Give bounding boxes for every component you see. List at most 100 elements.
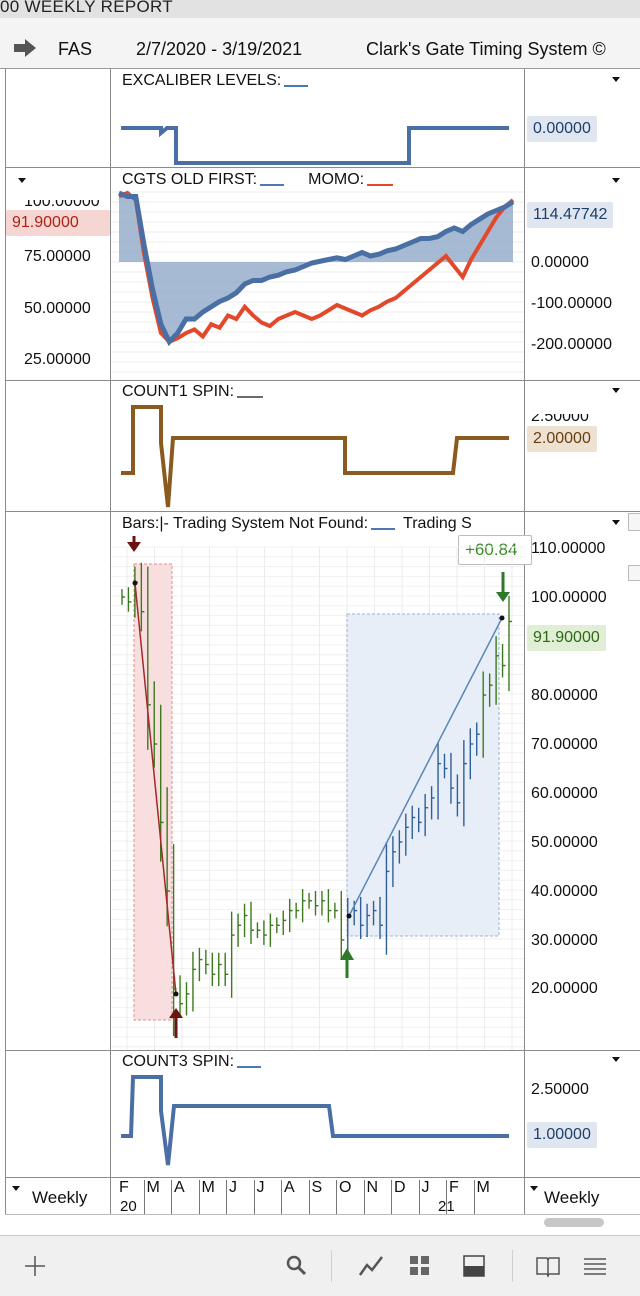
- horizontal-scrollbar[interactable]: [544, 1218, 604, 1227]
- bars-tick-70: 70.00000: [531, 736, 598, 753]
- long-entry-dot: [346, 913, 352, 919]
- book-icon[interactable]: [535, 1253, 561, 1279]
- frame-divider-right: [524, 69, 525, 1214]
- cgts-left-value-tag: 91.90000: [6, 210, 110, 236]
- search-icon[interactable]: [284, 1253, 310, 1279]
- month-divider: [226, 1180, 227, 1214]
- bars-tick-50: 50.00000: [531, 834, 598, 851]
- count1-line: [121, 405, 509, 508]
- count3-chart: [121, 1075, 509, 1166]
- buy-arrow-green-icon: [340, 948, 354, 978]
- month-label: M: [201, 1179, 215, 1196]
- count1-value-tag: 2.00000: [527, 426, 597, 452]
- window-title-bar: 00 WEEKLY REPORT: [0, 0, 640, 19]
- bars-tick-80: 80.00000: [531, 687, 598, 704]
- count1-menu-icon[interactable]: [612, 388, 620, 393]
- month-label: F: [449, 1179, 459, 1196]
- cgts-left-tick-50: 50.00000: [24, 300, 91, 317]
- month-label: A: [174, 1179, 185, 1196]
- bars-tick-110: 110.00000: [531, 540, 606, 557]
- period-right-label[interactable]: Weekly: [544, 1188, 599, 1208]
- line-draw-icon[interactable]: [358, 1253, 384, 1279]
- long-exit-dot: [499, 615, 505, 621]
- count3-line: [121, 1075, 509, 1166]
- grid-icon[interactable]: [407, 1253, 433, 1279]
- cgts-left-tick-75: 75.00000: [24, 248, 91, 265]
- excaliber-line: [121, 126, 509, 165]
- plus-icon[interactable]: [22, 1253, 48, 1279]
- count1-chart: [121, 405, 509, 508]
- excaliber-value-tag: 0.00000: [527, 116, 597, 142]
- bars-menu-icon[interactable]: [612, 520, 620, 525]
- panel-icon[interactable]: [461, 1253, 487, 1279]
- month-divider: [336, 1180, 337, 1214]
- edge-tab-2: [628, 565, 640, 581]
- month-divider: [143, 1180, 145, 1214]
- month-label: J: [256, 1179, 265, 1196]
- cgts-chart: [111, 190, 524, 373]
- system-name: Clark's Gate Timing System ©: [366, 39, 606, 59]
- bars-tick-100: 100.00000: [531, 589, 607, 606]
- timeline-bottom: [5, 1214, 640, 1215]
- month-divider: [391, 1180, 392, 1214]
- cgts-right-tick-200: -200.00000: [531, 336, 612, 353]
- bars-tick-30: 30.00000: [531, 932, 598, 949]
- chart-header: FAS 2/7/2020 - 3/19/2021 Clark's Gate Ti…: [0, 18, 640, 69]
- month-divider: [418, 1180, 420, 1214]
- window-title: 00 WEEKLY REPORT: [0, 0, 173, 16]
- toolbar-separator-2: [512, 1250, 513, 1282]
- cgts-left-tick-100: 100.00000: [24, 193, 100, 210]
- short-exit-dot: [173, 991, 179, 997]
- symbol-label[interactable]: FAS: [58, 39, 92, 60]
- bars-tick-20: 20.00000: [531, 980, 598, 997]
- cgts-right-value-tag: 114.47742: [527, 202, 614, 228]
- month-label: O: [339, 1179, 352, 1196]
- toolbar-separator: [331, 1250, 332, 1282]
- short-entry-dot: [132, 580, 138, 586]
- edge-tab-1: [628, 513, 640, 531]
- excaliber-menu-icon[interactable]: [612, 77, 620, 82]
- period-left-menu-icon[interactable]: [12, 1186, 20, 1191]
- list-icon[interactable]: [582, 1253, 608, 1279]
- bars-value-tag: 91.90000: [527, 625, 606, 651]
- cgts-right-tick-100: -100.00000: [531, 295, 612, 312]
- bars-tick-40: 40.00000: [531, 883, 598, 900]
- long-trade-zone: [346, 613, 500, 937]
- date-range[interactable]: 2/7/2020 - 3/19/2021: [136, 39, 302, 60]
- month-divider: [198, 1180, 200, 1214]
- arrow-right-icon[interactable]: [12, 38, 38, 58]
- period-left-label[interactable]: Weekly: [32, 1188, 87, 1208]
- excaliber-chart: [121, 126, 509, 165]
- frame-left: [5, 69, 6, 1214]
- sell-arrow-top-icon: [127, 536, 141, 552]
- cgts-right-tick-0: 0.00000: [531, 254, 589, 271]
- month-label: M: [146, 1179, 160, 1196]
- cgts-left-tick-25: 25.00000: [24, 351, 91, 368]
- count3-tick: 2.50000: [531, 1081, 589, 1098]
- month-label: S: [311, 1179, 323, 1196]
- panel-separator-5: [5, 1177, 640, 1178]
- bars-chart: [111, 536, 524, 1050]
- cgts-menu-icon[interactable]: [612, 178, 620, 183]
- count3-menu-icon[interactable]: [612, 1057, 620, 1062]
- month-divider: [308, 1180, 310, 1214]
- month-label: D: [394, 1179, 406, 1196]
- month-divider: [253, 1180, 255, 1214]
- period-right-menu-icon[interactable]: [530, 1186, 538, 1191]
- year-2020: 20: [120, 1198, 137, 1215]
- year-2021: 21: [438, 1198, 455, 1215]
- month-divider: [171, 1180, 172, 1214]
- month-label: N: [366, 1179, 379, 1196]
- count1-tick: 2.50000: [531, 408, 589, 425]
- month-label: J: [421, 1179, 430, 1196]
- month-label: A: [284, 1179, 295, 1196]
- bars-tick-60: 60.00000: [531, 785, 598, 802]
- month-divider: [473, 1180, 475, 1214]
- month-divider: [363, 1180, 365, 1214]
- month-divider: [281, 1180, 282, 1214]
- cgts-left-menu-icon[interactable]: [18, 178, 26, 183]
- month-label: M: [476, 1179, 490, 1196]
- count3-value-tag: 1.00000: [527, 1122, 597, 1148]
- month-label: J: [229, 1179, 237, 1196]
- month-label: F: [119, 1179, 129, 1196]
